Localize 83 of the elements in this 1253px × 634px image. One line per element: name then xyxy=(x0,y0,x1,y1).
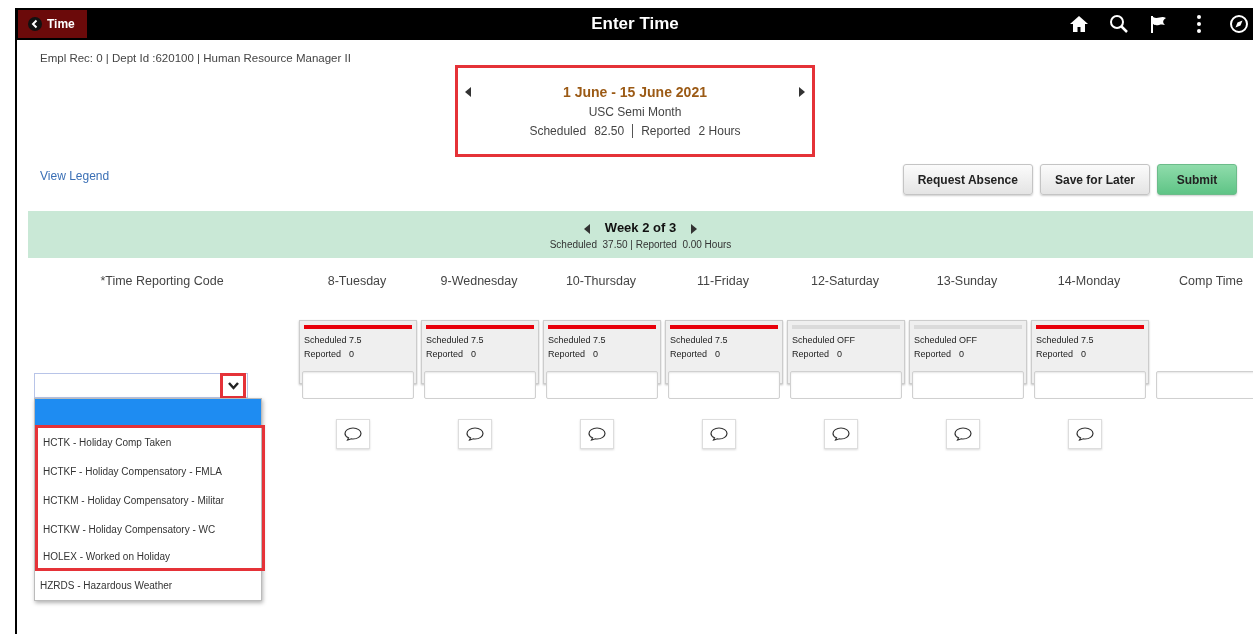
hours-input[interactable] xyxy=(302,371,414,399)
reported-value: 0 xyxy=(593,349,599,359)
search-icon[interactable] xyxy=(1109,14,1129,34)
dropdown-option[interactable]: HCTKM - Holiday Compensatory - Militar xyxy=(38,486,262,515)
action-button[interactable]: Submit xyxy=(1157,164,1237,195)
reported-label: Reported xyxy=(641,124,691,138)
reported-hours: 2 Hours xyxy=(698,124,741,138)
column-header: 12-Saturday xyxy=(810,274,880,288)
view-legend-link[interactable]: View Legend xyxy=(40,169,455,183)
column-header: *Time Reporting Code xyxy=(100,274,224,288)
hours-input[interactable] xyxy=(546,371,658,399)
hours-input[interactable] xyxy=(1034,371,1146,399)
column-header: 11-Friday xyxy=(697,274,749,288)
scheduled-text: Scheduled 7.5 xyxy=(1036,335,1095,345)
column-header: Comp Time xyxy=(1179,274,1243,288)
previous-week-arrow[interactable] xyxy=(582,223,591,234)
scheduled-label: Scheduled xyxy=(529,124,587,138)
speech-bubble-icon xyxy=(832,427,850,441)
reported-value: 0 xyxy=(349,349,355,359)
compass-icon[interactable] xyxy=(1229,14,1249,34)
speech-bubble-icon xyxy=(710,427,728,441)
reported-label: Reported xyxy=(304,349,342,359)
reported-label: Reported xyxy=(548,349,586,359)
comment-button[interactable] xyxy=(702,419,736,449)
hours-input[interactable] xyxy=(912,371,1024,399)
reported-label: Reported xyxy=(792,349,830,359)
scheduled-text: Scheduled OFF xyxy=(914,335,979,345)
week-summary: Scheduled 37.50 | Reported 0.00 Hours xyxy=(549,238,732,250)
column-header: 14-Monday xyxy=(1057,274,1121,288)
column-header: 8-Tuesday xyxy=(327,274,387,288)
week-title: Week 2 of 3 xyxy=(604,219,677,235)
employee-info: Empl Rec: 0 | Dept Id :620100 | Human Resource Manager II xyxy=(40,52,352,64)
reported-value: 0 xyxy=(1081,349,1087,359)
dropdown-option[interactable]: HZRDS - Hazardous Weather xyxy=(35,571,261,600)
reported-label: Reported xyxy=(670,349,708,359)
speech-bubble-icon xyxy=(344,427,362,441)
column-header: 9-Wednesday xyxy=(440,274,518,288)
next-week-arrow[interactable] xyxy=(690,223,699,234)
reported-value: 0 xyxy=(471,349,477,359)
column-header: 13-Sunday xyxy=(936,274,998,288)
dropdown-button[interactable] xyxy=(220,373,246,399)
comment-button[interactable] xyxy=(580,419,614,449)
previous-period-arrow[interactable] xyxy=(464,87,472,97)
comment-button[interactable] xyxy=(824,419,858,449)
scheduled-text: Scheduled OFF xyxy=(792,335,857,345)
back-button[interactable]: Time xyxy=(18,10,87,38)
speech-bubble-icon xyxy=(1076,427,1094,441)
period-title: 1 June - 15 June 2021 xyxy=(563,84,707,100)
action-button[interactable]: Request Absence xyxy=(902,164,1033,195)
reported-label: Reported xyxy=(914,349,952,359)
comment-button[interactable] xyxy=(1068,419,1102,449)
dropdown-option[interactable]: HCTKW - Holiday Compensatory - WC xyxy=(38,515,262,544)
scheduled-text: Scheduled 7.5 xyxy=(670,335,729,345)
back-icon xyxy=(28,17,42,31)
comment-button[interactable] xyxy=(458,419,492,449)
speech-bubble-icon xyxy=(466,427,484,441)
comment-button[interactable] xyxy=(336,419,370,449)
comment-button[interactable] xyxy=(946,419,980,449)
dropdown-option[interactable]: HCTK - Holiday Comp Taken xyxy=(38,428,262,457)
hours-input[interactable] xyxy=(668,371,780,399)
action-button[interactable]: Save for Later xyxy=(1039,164,1150,195)
next-period-arrow[interactable] xyxy=(798,87,806,97)
scheduled-text: Scheduled 7.5 xyxy=(304,335,363,345)
reported-label: Reported xyxy=(1036,349,1074,359)
page-title: Enter Time xyxy=(591,14,679,33)
reported-label: Reported xyxy=(426,349,464,359)
speech-bubble-icon xyxy=(588,427,606,441)
dropdown-option[interactable]: HOLEX - Worked on Holiday xyxy=(38,544,262,568)
hours-input[interactable] xyxy=(424,371,536,399)
hours-input[interactable] xyxy=(790,371,902,399)
scheduled-text: Scheduled 7.5 xyxy=(426,335,485,345)
dropdown-option[interactable]: HCTKF - Holiday Compensatory - FMLA xyxy=(38,457,262,486)
chevron-icon xyxy=(227,382,239,390)
hours-input[interactable] xyxy=(1156,371,1253,399)
column-header: 10-Thursday xyxy=(565,274,637,288)
speech-bubble-icon xyxy=(954,427,972,441)
home-icon[interactable] xyxy=(1069,14,1089,34)
scheduled-text: Scheduled 7.5 xyxy=(548,335,607,345)
reported-value: 0 xyxy=(715,349,721,359)
reported-value: 0 xyxy=(837,349,843,359)
scheduled-hours: 82.50 xyxy=(594,124,625,138)
reported-value: 0 xyxy=(959,349,965,359)
schedule-name: USC Semi Month xyxy=(588,105,682,119)
